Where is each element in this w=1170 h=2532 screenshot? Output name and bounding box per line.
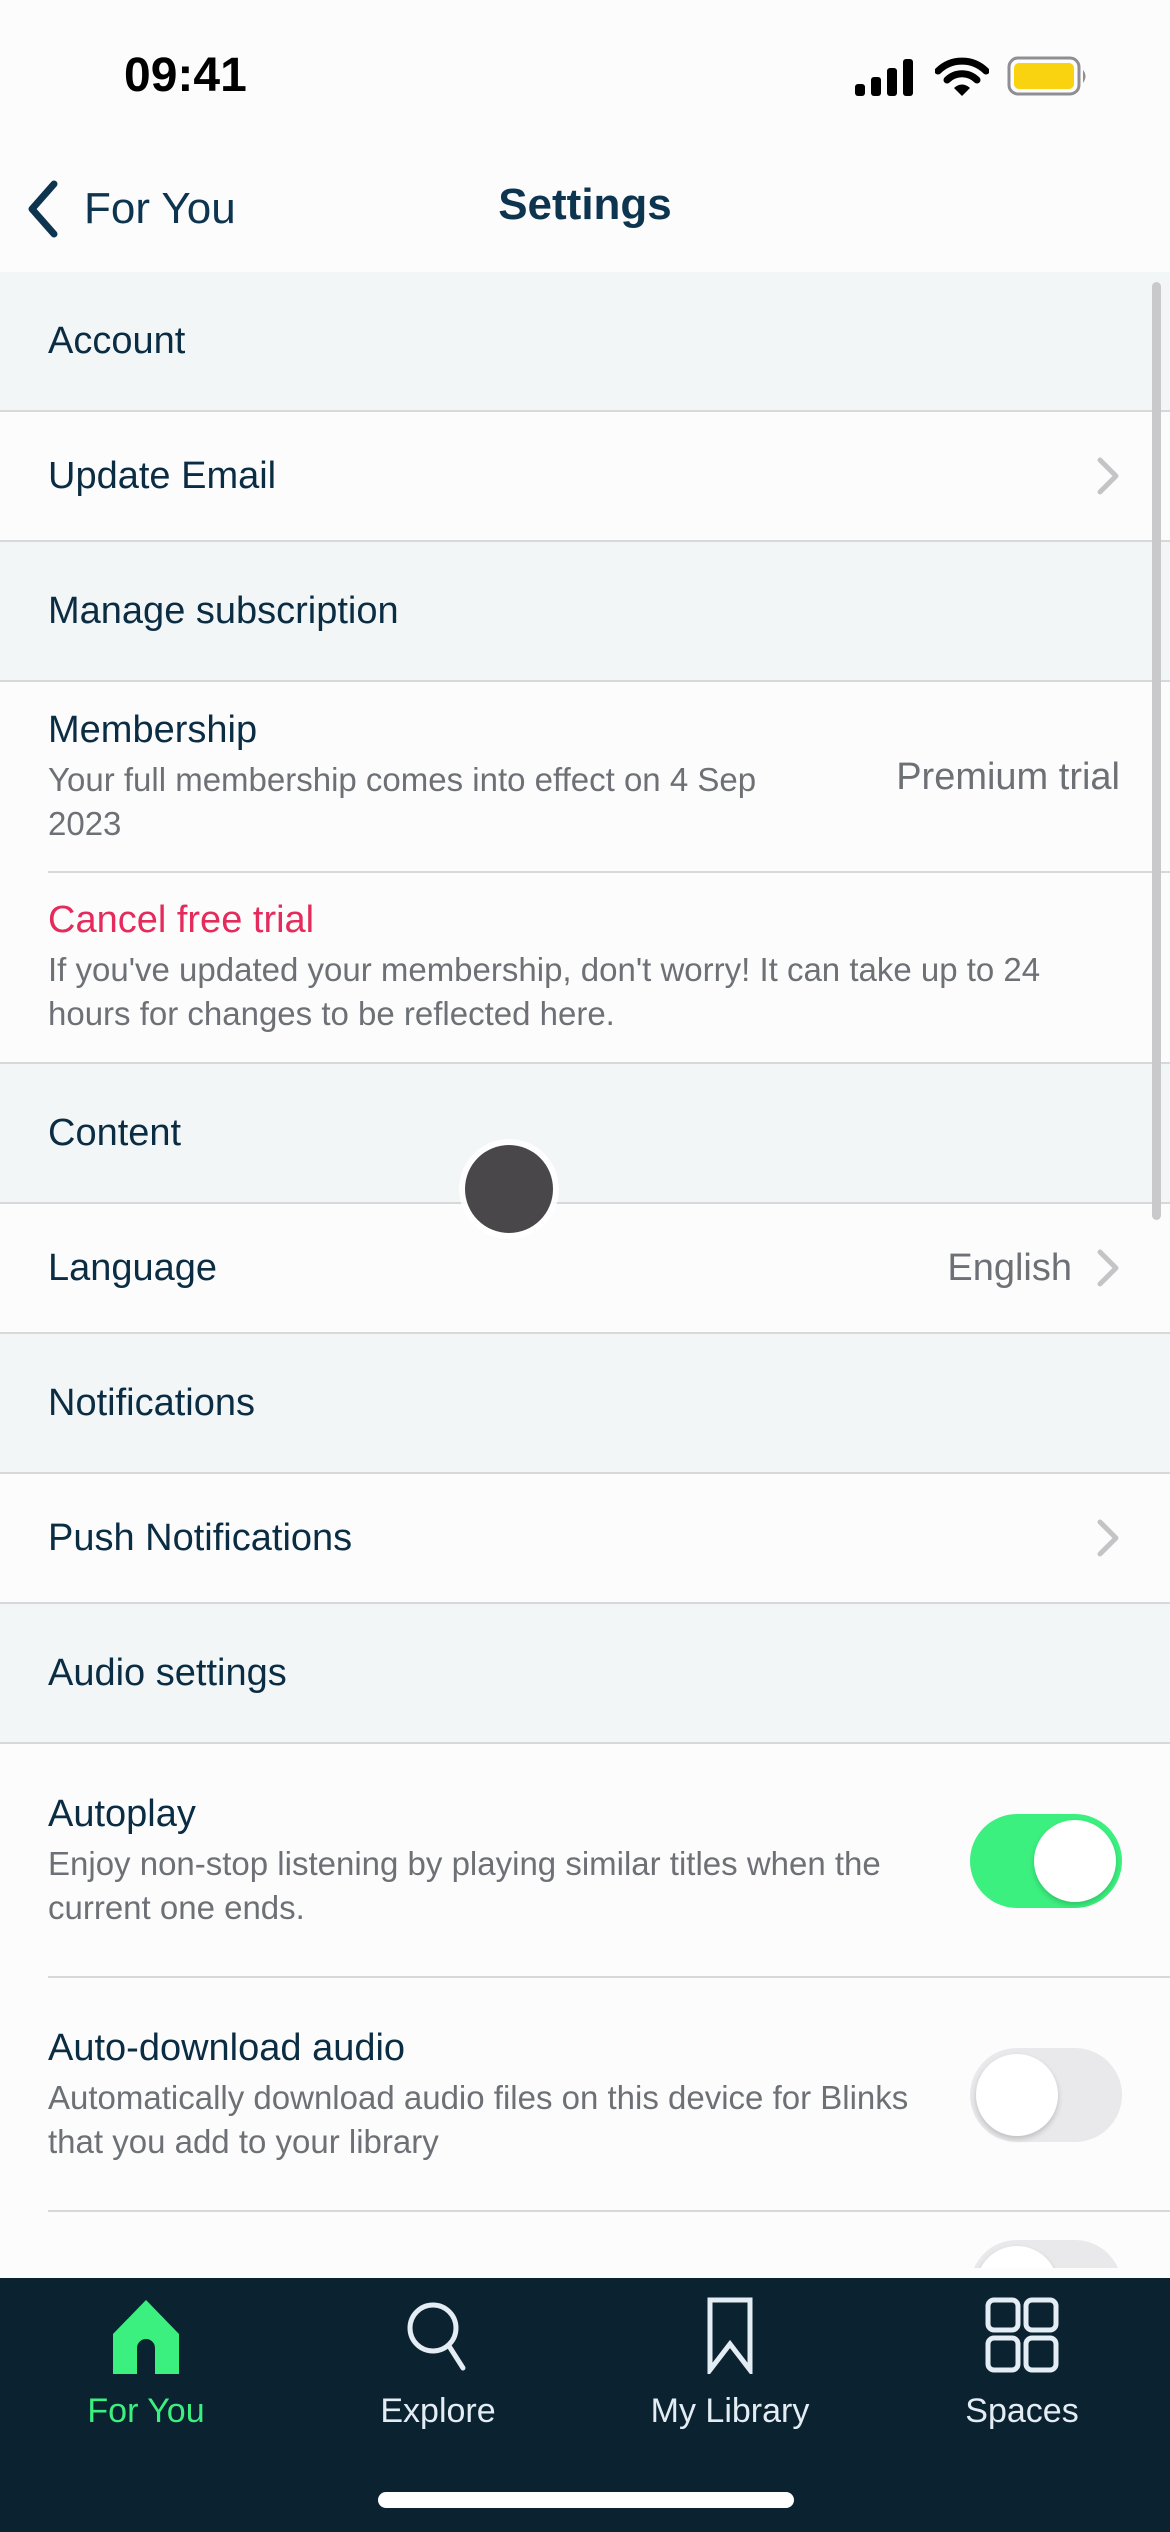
scrollbar[interactable] [1152,282,1161,1220]
next-setting-row-partial [0,2212,1170,2268]
bookmark-icon [707,2297,753,2374]
membership-row: Membership Your full membership comes in… [0,682,1170,873]
language-row[interactable]: Language English [0,1204,1170,1334]
home-indicator [378,2492,794,2508]
navigation-bar: For You Settings [0,150,1170,272]
page-title: Settings [498,180,672,229]
row-title: Autoplay [48,1792,196,1835]
row-subtitle: If you've updated your membership, don't… [48,951,1041,1032]
tab-for-you[interactable]: For You [0,2278,292,2448]
wifi-icon [935,57,989,96]
row-subtitle: Automatically download audio files on th… [48,2078,909,2160]
tab-explore[interactable]: Explore [292,2278,584,2448]
status-time: 09:41 [124,49,247,102]
toggle-knob [1034,1820,1116,1902]
settings-list: Account Update Email Manage subscription… [0,272,1170,2268]
row-title: Language [48,1246,218,1289]
toggle-knob [976,2246,1058,2268]
cancel-free-trial-button[interactable]: Cancel free trial [48,899,1120,942]
autoplay-toggle[interactable] [970,1814,1122,1908]
chevron-right-icon [1097,1249,1119,1287]
partial-toggle[interactable] [970,2240,1122,2268]
membership-value: Premium trial [896,756,1120,798]
language-value: English [947,1246,1072,1289]
row-subtitle: Enjoy non-stop listening by playing simi… [48,1844,881,1926]
update-email-row[interactable]: Update Email [0,412,1170,542]
home-icon [113,2300,179,2374]
row-title: Push Notifications [48,1516,353,1559]
toggle-knob [976,2054,1058,2136]
row-title: Auto-download audio [48,2026,406,2069]
battery-icon [1007,56,1086,96]
row-title: Update Email [48,454,277,497]
status-bar: 09:41 [0,0,1170,150]
tab-label: For You [87,2392,205,2430]
auto-download-audio-row: Auto-download audio Automatically downlo… [0,1978,1170,2212]
tab-label: My Library [650,2392,810,2430]
cellular-signal-icon [855,59,913,96]
status-icons [855,56,1095,98]
touch-indicator [465,1145,553,1233]
tab-spaces[interactable]: Spaces [876,2278,1168,2448]
section-header-account: Account [0,272,1170,412]
tab-my-library[interactable]: My Library [584,2278,876,2448]
row-subtitle: Your full membership comes into effect o… [48,761,757,842]
chevron-right-icon [1097,1519,1119,1557]
push-notifications-row[interactable]: Push Notifications [0,1474,1170,1604]
search-icon [407,2302,466,2371]
auto-download-toggle[interactable] [970,2048,1122,2142]
chevron-right-icon [1097,457,1119,495]
row-title: Membership [48,709,258,751]
section-header-audio-settings: Audio settings [0,1604,1170,1744]
cancel-free-trial-row[interactable]: Cancel free trial If you've updated your… [0,873,1170,1064]
tab-label: Explore [380,2392,496,2430]
autoplay-row: Autoplay Enjoy non-stop listening by pla… [0,1744,1170,1978]
section-header-notifications: Notifications [0,1334,1170,1474]
section-header-manage-subscription: Manage subscription [0,542,1170,682]
tab-label: Spaces [965,2392,1079,2430]
grid-icon [985,2297,1059,2373]
section-header-content: Content [0,1064,1170,1204]
